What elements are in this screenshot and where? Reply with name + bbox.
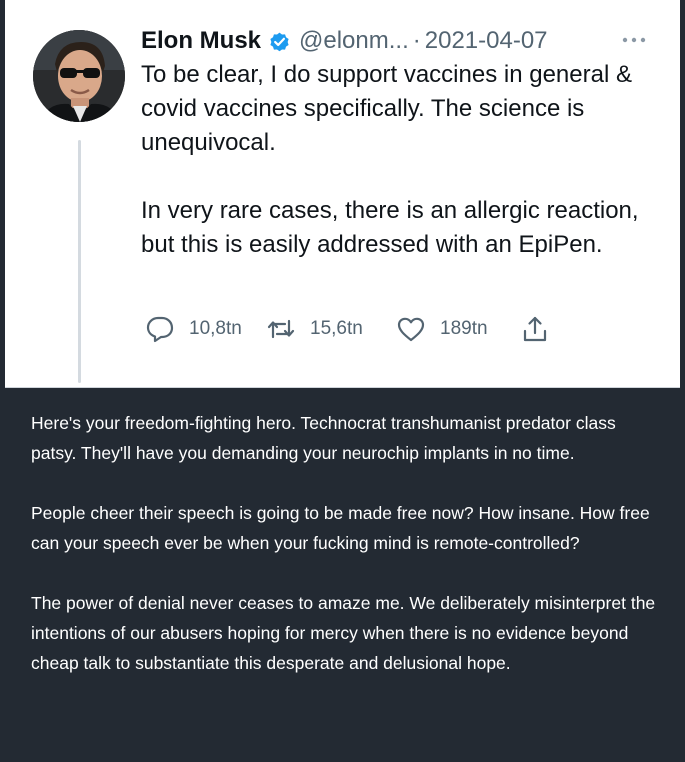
more-options-icon[interactable]	[617, 31, 651, 49]
tweet-paragraph: In very rare cases, there is an allergic…	[141, 197, 639, 258]
avatar-photo-icon	[33, 30, 125, 122]
tweet-paragraph: To be clear, I do support vaccines in ge…	[141, 61, 632, 156]
retweet-icon	[267, 319, 295, 339]
tweet-text: To be clear, I do support vaccines in ge…	[141, 58, 661, 262]
like-count: 189tn	[440, 318, 488, 339]
heart-icon	[397, 317, 425, 342]
comment-text: Here's your freedom-fighting hero. Techn…	[31, 408, 661, 708]
share-icon	[523, 316, 547, 342]
comment-paragraph: People cheer their speech is going to be…	[31, 503, 650, 553]
tweet-date[interactable]: 2021-04-07	[425, 27, 548, 55]
retweet-count: 15,6tn	[310, 318, 363, 339]
reply-count: 10,8tn	[189, 318, 242, 339]
like-button[interactable]: 189tn	[396, 315, 520, 343]
header-separator: ·	[412, 27, 421, 54]
verified-badge-icon	[268, 30, 291, 53]
thread-line	[78, 140, 81, 383]
embedded-tweet-screenshot[interactable]: Elon Musk @elonm... · 2021-04-07 To be c…	[5, 0, 680, 388]
avatar[interactable]	[33, 30, 125, 122]
post-page: Elon Musk @elonm... · 2021-04-07 To be c…	[0, 0, 685, 762]
author-name[interactable]: Elon Musk	[141, 27, 261, 55]
reply-icon	[146, 316, 174, 343]
tweet-actions: 10,8tn 15,6tn 189tn	[145, 312, 550, 346]
reply-button[interactable]: 10,8tn	[145, 315, 266, 343]
tweet-header: Elon Musk @elonm... · 2021-04-07	[141, 24, 548, 58]
comment-paragraph: The power of denial never ceases to amaz…	[31, 593, 656, 673]
retweet-button[interactable]: 15,6tn	[266, 315, 396, 343]
share-button[interactable]	[520, 314, 550, 344]
comment-paragraph: Here's your freedom-fighting hero. Techn…	[31, 413, 616, 463]
author-handle[interactable]: @elonm...	[299, 27, 409, 55]
